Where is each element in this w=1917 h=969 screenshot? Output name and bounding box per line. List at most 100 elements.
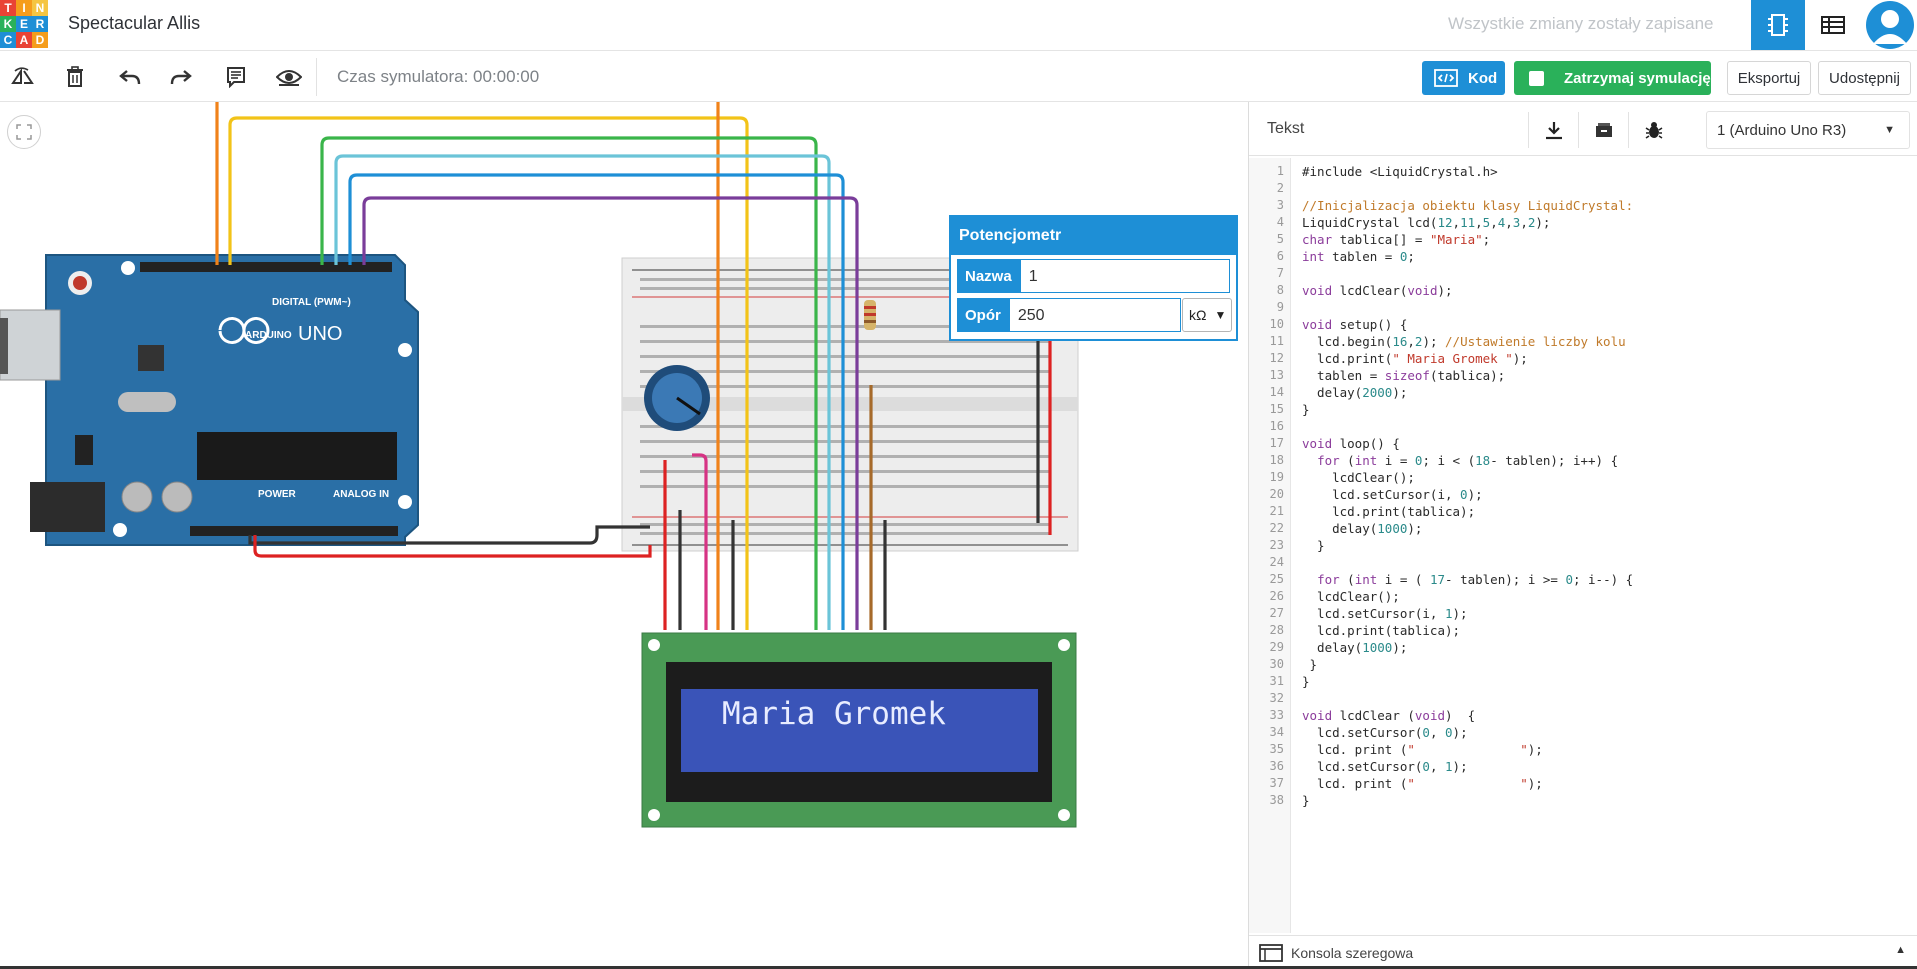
export-button[interactable]: Eksportuj bbox=[1727, 61, 1811, 95]
resistance-input[interactable]: 250 bbox=[1008, 298, 1181, 332]
code-line[interactable]: for (int i = ( 17- tablen); i >= 0; i--)… bbox=[1302, 571, 1633, 588]
serial-console-label: Konsola szeregowa bbox=[1291, 945, 1414, 961]
simulator-time: Czas symulatora: 00:00:00 bbox=[337, 67, 540, 86]
library-button[interactable] bbox=[1578, 112, 1628, 148]
code-line[interactable]: delay(1000); bbox=[1302, 639, 1633, 656]
code-line[interactable]: } bbox=[1302, 401, 1633, 418]
redo-icon bbox=[170, 70, 192, 85]
code-line[interactable]: lcd.print(tablica); bbox=[1302, 503, 1633, 520]
line-number: 9 bbox=[1276, 300, 1284, 314]
share-button[interactable]: Udostępnij bbox=[1818, 61, 1911, 95]
line-number: 23 bbox=[1269, 538, 1284, 552]
line-number: 31 bbox=[1269, 674, 1284, 688]
line-number: 4 bbox=[1276, 215, 1284, 229]
resistor[interactable] bbox=[864, 300, 876, 330]
code-line[interactable]: lcd.print(" Maria Gromek "); bbox=[1302, 350, 1633, 367]
code-mode-label[interactable]: Tekst bbox=[1267, 120, 1304, 138]
line-number: 27 bbox=[1269, 606, 1284, 620]
code-line[interactable] bbox=[1302, 690, 1633, 707]
code-line[interactable]: lcd.print(tablica); bbox=[1302, 622, 1633, 639]
line-number: 22 bbox=[1269, 521, 1284, 535]
code-line[interactable]: LiquidCrystal lcd(12,11,5,4,3,2); bbox=[1302, 214, 1633, 231]
properties-panel: Potencjometr Nazwa 1 Opór 250 kΩ ▼ bbox=[949, 215, 1238, 341]
download-button[interactable] bbox=[1528, 112, 1578, 148]
top-bar: TINKERCAD Spectacular Allis Wszystkie zm… bbox=[0, 0, 1917, 51]
code-line[interactable] bbox=[1302, 418, 1633, 435]
code-line[interactable]: void setup() { bbox=[1302, 316, 1633, 333]
code-line[interactable]: } bbox=[1302, 537, 1633, 554]
circuit-canvas[interactable]: ARDUINO UNO DIGITAL (PWM~) POWER ANALOG … bbox=[0, 102, 1248, 967]
name-label: Nazwa bbox=[957, 259, 1020, 293]
code-line[interactable]: char tablica[] = "Maria"; bbox=[1302, 231, 1633, 248]
code-line[interactable]: void lcdClear (void) { bbox=[1302, 707, 1633, 724]
caret-up-icon[interactable]: ▲ bbox=[1895, 944, 1906, 956]
code-button[interactable]: Kod bbox=[1422, 61, 1505, 95]
logo-letter: R bbox=[32, 16, 48, 32]
code-line[interactable]: lcd. print (" "); bbox=[1302, 775, 1633, 792]
debugger-button[interactable] bbox=[1628, 112, 1678, 148]
code-line[interactable]: lcd.setCursor(0, 1); bbox=[1302, 758, 1633, 775]
line-number: 30 bbox=[1269, 657, 1284, 671]
digital-label: DIGITAL (PWM~) bbox=[272, 297, 351, 308]
user-avatar[interactable] bbox=[1864, 0, 1916, 50]
code-line[interactable]: int tablen = 0; bbox=[1302, 248, 1633, 265]
code-line[interactable] bbox=[1302, 265, 1633, 282]
code-line[interactable] bbox=[1302, 299, 1633, 316]
code-text[interactable]: #include <LiquidCrystal.h> //Inicjalizac… bbox=[1291, 158, 1633, 933]
code-line[interactable]: delay(1000); bbox=[1302, 520, 1633, 537]
notes-icon bbox=[227, 67, 245, 88]
code-line[interactable]: lcdClear(); bbox=[1302, 588, 1633, 605]
project-title[interactable]: Spectacular Allis bbox=[68, 13, 200, 34]
code-line[interactable] bbox=[1302, 180, 1633, 197]
logo-letter: D bbox=[32, 32, 48, 48]
line-number: 33 bbox=[1269, 708, 1284, 722]
notes-button[interactable] bbox=[218, 60, 254, 94]
components-list-button[interactable] bbox=[1806, 0, 1860, 50]
visibility-button[interactable] bbox=[271, 60, 307, 94]
logo-letter: C bbox=[0, 32, 16, 48]
power-label: POWER bbox=[258, 489, 297, 500]
library-icon bbox=[1595, 123, 1612, 137]
save-status: Wszystkie zmiany zostały zapisane bbox=[1448, 14, 1714, 33]
code-line[interactable]: lcd.setCursor(i, 1); bbox=[1302, 605, 1633, 622]
rotate-button[interactable] bbox=[5, 60, 41, 94]
line-number: 3 bbox=[1276, 198, 1284, 212]
code-editor[interactable]: 1 2 3 4 5 6 7 8 9 10 11 12 13 14 15 16 17 18 19 20 21 22 23 24 2… bbox=[1249, 158, 1917, 933]
code-line[interactable]: lcd.begin(16,2); //Ustawienie liczby kol… bbox=[1302, 333, 1633, 350]
code-line[interactable]: lcdClear(); bbox=[1302, 469, 1633, 486]
undo-button[interactable] bbox=[112, 60, 148, 94]
circuit-view-button[interactable] bbox=[1751, 0, 1805, 50]
code-line[interactable]: tablen = sizeof(tablica); bbox=[1302, 367, 1633, 384]
code-line[interactable]: //Inicjalizacja obiektu klasy LiquidCrys… bbox=[1302, 197, 1633, 214]
stop-simulation-button[interactable]: Zatrzymaj symulację bbox=[1514, 61, 1711, 95]
tinkercad-logo[interactable]: TINKERCAD bbox=[0, 0, 48, 48]
line-number: 2 bbox=[1276, 181, 1284, 195]
line-number: 5 bbox=[1276, 232, 1284, 246]
logo-letter: E bbox=[16, 16, 32, 32]
name-input[interactable]: 1 bbox=[1019, 259, 1230, 293]
code-line[interactable]: delay(2000); bbox=[1302, 384, 1633, 401]
code-line[interactable]: } bbox=[1302, 792, 1633, 809]
potentiometer[interactable] bbox=[644, 365, 710, 431]
chevron-down-icon: ▼ bbox=[1214, 308, 1227, 322]
arduino-uno-board[interactable]: ARDUINO UNO DIGITAL (PWM~) POWER ANALOG … bbox=[0, 254, 419, 546]
code-line[interactable]: } bbox=[1302, 673, 1633, 690]
code-line[interactable]: for (int i = 0; i < (18- tablen); i++) { bbox=[1302, 452, 1633, 469]
code-line[interactable]: void loop() { bbox=[1302, 435, 1633, 452]
redo-button[interactable] bbox=[163, 60, 199, 94]
board-select[interactable]: 1 (Arduino Uno R3) ▼ bbox=[1706, 111, 1910, 149]
code-line[interactable]: } bbox=[1302, 656, 1633, 673]
toolbar-divider bbox=[316, 58, 317, 96]
code-line[interactable]: void lcdClear(void); bbox=[1302, 282, 1633, 299]
code-line[interactable]: #include <LiquidCrystal.h> bbox=[1302, 163, 1633, 180]
delete-button[interactable] bbox=[57, 60, 93, 94]
code-line[interactable]: lcd.setCursor(0, 0); bbox=[1302, 724, 1633, 741]
code-line[interactable]: lcd.setCursor(i, 0); bbox=[1302, 486, 1633, 503]
line-number: 35 bbox=[1269, 742, 1284, 756]
code-line[interactable] bbox=[1302, 554, 1633, 571]
code-line[interactable]: lcd. print (" "); bbox=[1302, 741, 1633, 758]
lcd-display[interactable]: Maria Gromek bbox=[641, 632, 1077, 828]
line-number: 38 bbox=[1269, 793, 1284, 807]
serial-console-bar[interactable]: Konsola szeregowa ▲ bbox=[1249, 935, 1917, 969]
unit-select[interactable]: kΩ ▼ bbox=[1182, 298, 1232, 332]
